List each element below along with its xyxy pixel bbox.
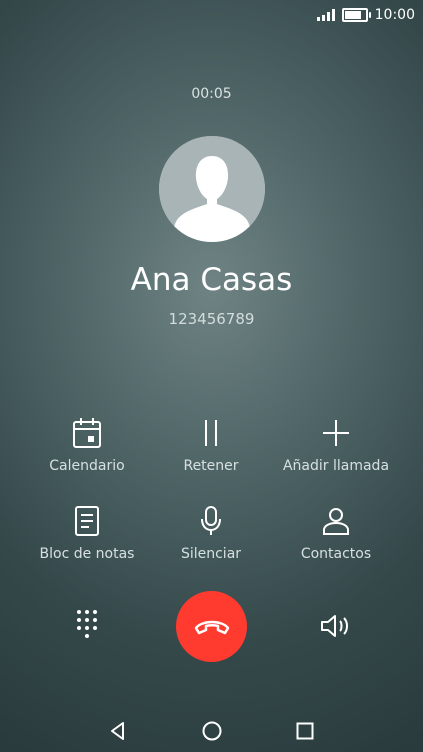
calendar-label: Calendario	[49, 458, 125, 474]
contact-number: 123456789	[168, 310, 255, 328]
call-duration: 00:05	[191, 86, 232, 102]
plus-icon	[323, 420, 349, 446]
notes-label: Bloc de notas	[39, 546, 135, 562]
recents-square-icon	[296, 722, 314, 740]
nav-home-button[interactable]	[192, 711, 232, 751]
hold-button[interactable]: Retener	[141, 416, 281, 474]
end-call-button[interactable]	[176, 591, 247, 662]
dialpad-button[interactable]	[67, 604, 107, 644]
status-bar: 10:00	[316, 6, 415, 24]
nav-recents-button[interactable]	[285, 711, 325, 751]
nav-back-button[interactable]	[98, 711, 138, 751]
back-triangle-icon	[111, 722, 124, 740]
contact-avatar	[159, 136, 265, 242]
person-icon	[159, 136, 265, 242]
add-call-label: Añadir llamada	[282, 458, 390, 474]
calendar-button[interactable]: Calendario	[17, 416, 157, 474]
microphone-icon	[201, 506, 221, 535]
contacts-button[interactable]: Contactos	[266, 504, 406, 562]
status-time: 10:00	[374, 7, 415, 23]
contacts-icon	[323, 508, 349, 535]
speaker-button[interactable]	[316, 606, 356, 646]
battery-icon	[341, 8, 371, 22]
speaker-icon	[321, 615, 348, 637]
signal-icon	[316, 9, 335, 21]
pause-icon	[205, 420, 217, 446]
calendar-icon	[73, 418, 101, 448]
end-call-icon	[194, 620, 229, 634]
dialpad-icon	[77, 610, 97, 638]
notes-button[interactable]: Bloc de notas	[17, 504, 157, 562]
mute-label: Silenciar	[180, 546, 242, 562]
hold-label: Retener	[183, 458, 239, 474]
home-circle-icon	[202, 721, 222, 741]
add-call-button[interactable]: Añadir llamada	[266, 416, 406, 474]
notepad-icon	[75, 506, 99, 536]
contact-name: Ana Casas	[130, 262, 293, 298]
contacts-label: Contactos	[300, 546, 372, 562]
mute-button[interactable]: Silenciar	[141, 504, 281, 562]
